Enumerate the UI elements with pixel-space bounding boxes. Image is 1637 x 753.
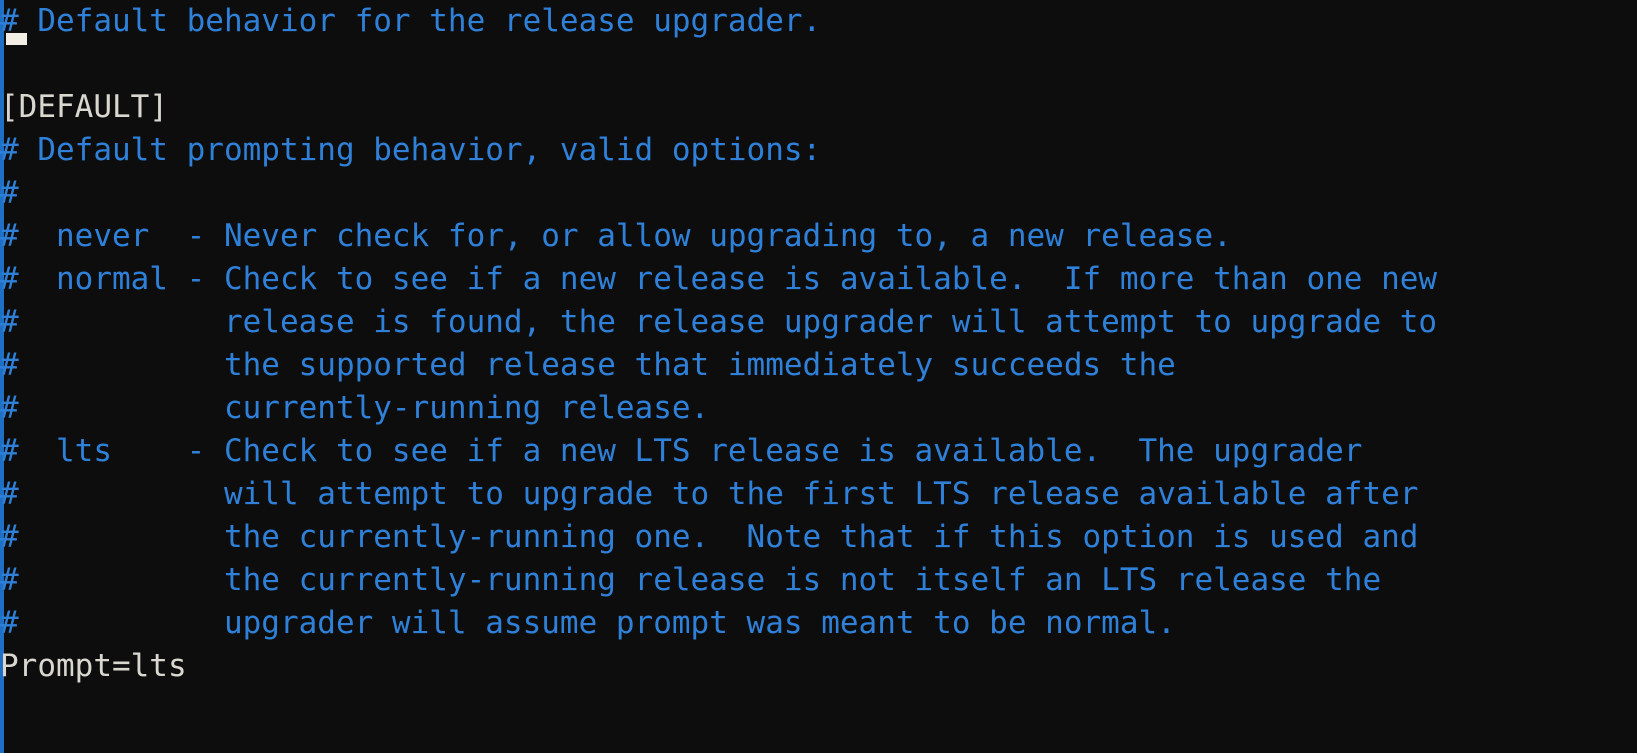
- terminal-text-buffer[interactable]: # Default behavior for the release upgra…: [0, 0, 1637, 753]
- terminal-line: # the supported release that immediately…: [0, 347, 1176, 383]
- terminal-screen: # Default behavior for the release upgra…: [0, 0, 1637, 753]
- terminal-line: # normal - Check to see if a new release…: [0, 261, 1438, 297]
- terminal-line: # will attempt to upgrade to the first L…: [0, 476, 1419, 512]
- terminal-line: [DEFAULT]: [0, 89, 168, 125]
- terminal-line: # upgrader will assume prompt was meant …: [0, 605, 1176, 641]
- terminal-line: # never - Never check for, or allow upgr…: [0, 218, 1232, 254]
- terminal-line: # the currently-running release is not i…: [0, 562, 1382, 598]
- terminal-line: # Default behavior for the release upgra…: [0, 3, 822, 39]
- terminal-line: #: [0, 175, 19, 211]
- terminal-line: # the currently-running one. Note that i…: [0, 519, 1419, 555]
- terminal-line: # currently-running release.: [0, 390, 710, 426]
- terminal-line: # Default prompting behavior, valid opti…: [0, 132, 822, 168]
- terminal-line: # release is found, the release upgrader…: [0, 304, 1438, 340]
- terminal-line: # lts - Check to see if a new LTS releas…: [0, 433, 1363, 469]
- terminal-line: Prompt=lts: [0, 648, 187, 684]
